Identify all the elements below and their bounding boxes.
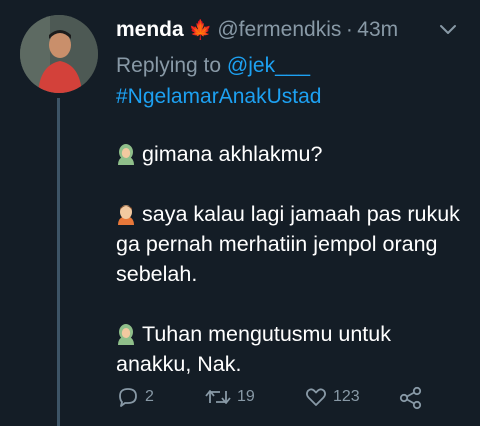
replying-prefix: Replying to bbox=[116, 54, 227, 77]
maple-leaf-icon: 🍁 bbox=[188, 20, 213, 41]
tweet-actions: 2 19 123 bbox=[116, 385, 446, 411]
like-button[interactable]: 123 bbox=[304, 385, 360, 409]
chevron-down-icon[interactable] bbox=[438, 22, 458, 38]
replying-to: Replying to @jek___ bbox=[116, 54, 310, 78]
reply-icon bbox=[119, 388, 137, 407]
timestamp[interactable]: 43m bbox=[357, 18, 398, 41]
tweet-header: menda 🍁 @fermendkis · 43m bbox=[116, 18, 464, 48]
tweet-paragraph: Tuhan mengutusmu untuk anakku, Nak. bbox=[116, 319, 466, 379]
user-handle[interactable]: @fermendkis bbox=[217, 18, 341, 41]
separator-dot: · bbox=[345, 18, 353, 41]
display-name[interactable]: menda bbox=[116, 18, 184, 41]
retweet-count: 19 bbox=[237, 388, 255, 405]
paragraph-text: Tuhan mengutusmu untuk anakku, Nak. bbox=[116, 322, 391, 376]
thread-line bbox=[57, 98, 60, 426]
share-button[interactable] bbox=[398, 385, 424, 411]
tweet-paragraph: gimana akhlakmu? bbox=[116, 139, 466, 169]
reply-mention-link[interactable]: @jek___ bbox=[227, 54, 310, 77]
avatar[interactable] bbox=[20, 15, 98, 93]
hashtag-link[interactable]: #NgelamarAnakUstad bbox=[116, 85, 321, 109]
person-with-headscarf-emoji bbox=[118, 324, 134, 345]
reply-count: 2 bbox=[145, 388, 154, 405]
avatar-photo bbox=[20, 15, 98, 93]
paragraph-text: saya kalau lagi jamaah pas rukuk ga pern… bbox=[116, 202, 460, 286]
paragraph-text: gimana akhlakmu? bbox=[142, 142, 323, 166]
heart-icon bbox=[305, 388, 327, 406]
share-icon bbox=[399, 386, 422, 410]
person-with-headscarf-emoji bbox=[118, 144, 134, 165]
reply-button[interactable]: 2 bbox=[116, 385, 154, 409]
retweet-icon bbox=[205, 390, 231, 404]
tweet-body: gimana akhlakmu? saya kalau lagi jamaah … bbox=[116, 139, 466, 409]
tweet-paragraph: saya kalau lagi jamaah pas rukuk ga pern… bbox=[116, 199, 466, 289]
like-count: 123 bbox=[333, 388, 360, 405]
man-emoji bbox=[118, 205, 134, 225]
retweet-button[interactable]: 19 bbox=[204, 385, 255, 409]
